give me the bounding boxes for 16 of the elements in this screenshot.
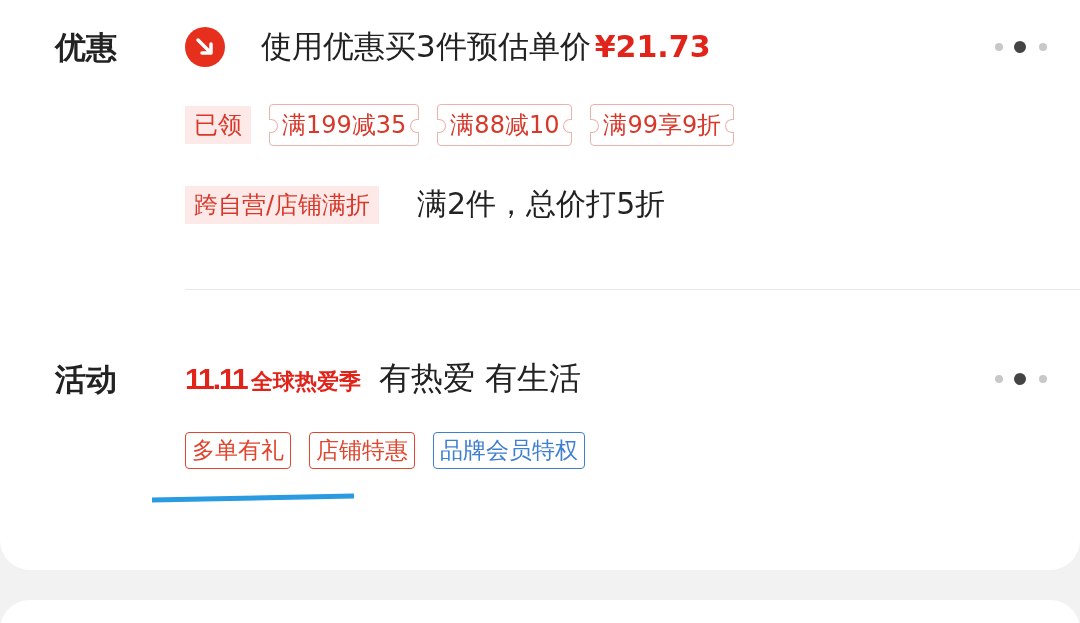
promo-tag: 跨自营/店铺满折 [185, 185, 380, 224]
activity-tag[interactable]: 品牌会员特权 [433, 432, 585, 469]
promo-text: 满2件，总价打5折 [417, 185, 666, 223]
coupon-ticket[interactable]: 满88减10 [437, 104, 573, 146]
more-icon[interactable] [994, 40, 1050, 54]
more-icon[interactable] [994, 372, 1050, 386]
section-label: 活动 [55, 360, 118, 399]
slogan-text: 有热爱 有生活 [378, 358, 581, 399]
section-label: 优惠 [55, 28, 118, 67]
coupon-ticket[interactable]: 满199减35 [269, 104, 420, 146]
activity-tag[interactable]: 店铺特惠 [309, 432, 415, 469]
claimed-tag: 已领 [185, 106, 251, 144]
coupon-ticket[interactable]: 满99享9折 [590, 104, 735, 146]
activity-tag[interactable]: 多单有礼 [185, 432, 291, 469]
estimate-text: 使用优惠买3件预估单价¥21.73 [261, 27, 712, 66]
event-logo: 11.11全球热爱季 [185, 361, 361, 397]
